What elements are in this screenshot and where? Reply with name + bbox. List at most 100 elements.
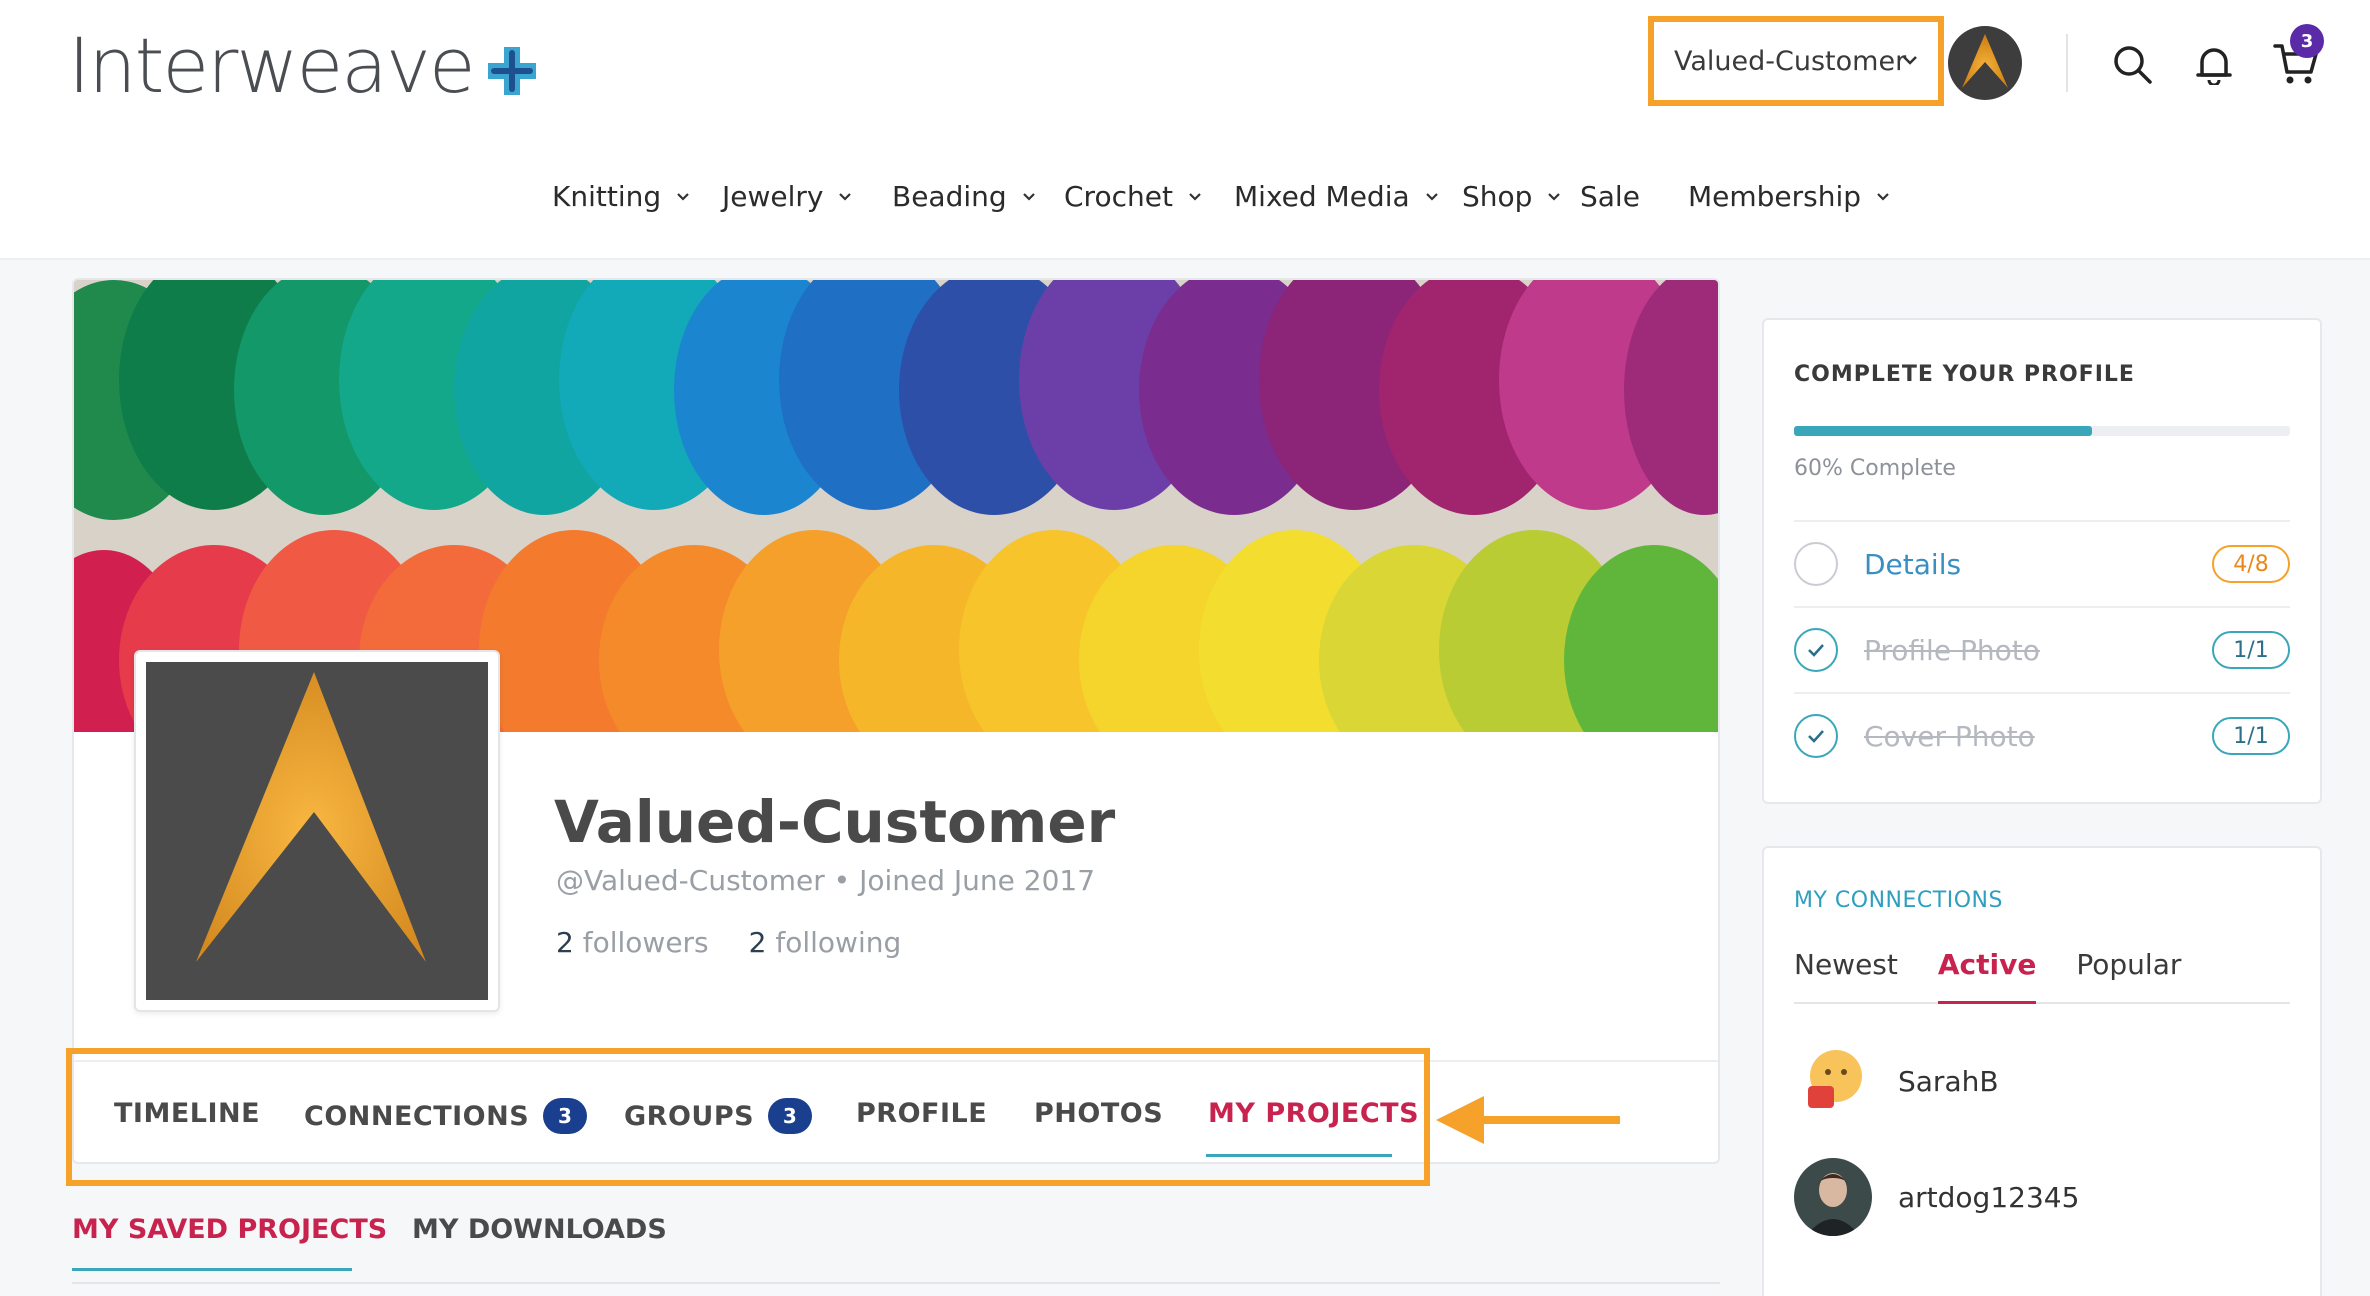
profile-step-profile-photo[interactable]: Profile Photo 1/1 bbox=[1794, 606, 2290, 692]
main-nav: Knitting Jewelry Beading Crochet Mixed M… bbox=[0, 170, 2370, 230]
nav-item-label: Mixed Media bbox=[1234, 180, 1410, 213]
nav-item-label: Membership bbox=[1688, 180, 1862, 213]
profile-progress-bar bbox=[1794, 426, 2290, 436]
subtab-label: MY SAVED PROJECTS bbox=[72, 1214, 388, 1245]
projects-subtabs: MY SAVED PROJECTS MY DOWNLOADS bbox=[72, 1204, 1720, 1284]
logo-cross-icon bbox=[487, 47, 536, 95]
followers-link[interactable]: 2 followers bbox=[556, 926, 709, 959]
check-circle-icon bbox=[1794, 714, 1838, 758]
chevron-down-icon bbox=[1877, 192, 1889, 201]
search-icon[interactable] bbox=[2108, 40, 2156, 88]
site-header: Interweave Valued-Customer 3 Knitting Je… bbox=[0, 0, 2370, 260]
tab-my-projects[interactable]: MY PROJECTS bbox=[1208, 1098, 1419, 1129]
step-label: Details bbox=[1864, 547, 1962, 581]
nav-item-sale[interactable]: Sale bbox=[1580, 180, 1640, 213]
arrow-left-icon bbox=[1436, 1096, 1620, 1144]
connections-count-badge: 3 bbox=[543, 1098, 588, 1134]
complete-profile-title: COMPLETE YOUR PROFILE bbox=[1794, 362, 2135, 387]
empty-circle-icon bbox=[1794, 542, 1838, 586]
profile-name: Valued-Customer bbox=[554, 788, 1116, 856]
tab-timeline[interactable]: TIMELINE bbox=[114, 1098, 260, 1129]
connection-name: artdog12345 bbox=[1898, 1180, 2080, 1214]
avatar-arrow-icon bbox=[146, 662, 488, 1000]
following-count: 2 bbox=[748, 926, 767, 959]
user-menu-label: Valued-Customer bbox=[1674, 45, 1907, 77]
nav-item-beading[interactable]: Beading bbox=[892, 180, 1037, 213]
avatar bbox=[1794, 1042, 1872, 1120]
profile-card: Valued-Customer @Valued-Customer • Joine… bbox=[72, 278, 1720, 1164]
tab-groups[interactable]: GROUPS 3 bbox=[624, 1098, 813, 1134]
bell-icon[interactable] bbox=[2190, 40, 2238, 88]
chevron-down-icon bbox=[1548, 192, 1561, 201]
tab-active[interactable]: Active bbox=[1937, 948, 2037, 1004]
complete-profile-card: COMPLETE YOUR PROFILE 60% Complete Detai… bbox=[1762, 318, 2322, 804]
step-badge: 1/1 bbox=[2212, 631, 2290, 669]
logo-text: Interweave bbox=[68, 20, 476, 110]
tab-newest[interactable]: Newest bbox=[1794, 948, 1898, 1004]
step-label: Profile Photo bbox=[1864, 633, 2040, 667]
progress-label: 60% Complete bbox=[1794, 456, 1956, 481]
nav-item-label: Shop bbox=[1462, 180, 1533, 213]
chevron-down-icon bbox=[1022, 192, 1035, 201]
profile-progress-fill bbox=[1794, 426, 2092, 436]
step-badge: 1/1 bbox=[2212, 717, 2290, 755]
groups-count-badge: 3 bbox=[768, 1098, 813, 1134]
tab-connections[interactable]: CONNECTIONS 3 bbox=[304, 1098, 588, 1134]
chevron-down-icon bbox=[839, 192, 852, 201]
nav-item-label: Sale bbox=[1580, 180, 1640, 213]
active-tab-indicator bbox=[1206, 1154, 1392, 1157]
nav-item-label: Knitting bbox=[552, 180, 662, 213]
interweave-logo[interactable]: Interweave bbox=[68, 20, 540, 110]
profile-photo bbox=[146, 662, 488, 1000]
tab-popular[interactable]: Popular bbox=[2076, 948, 2181, 1004]
tab-label: CONNECTIONS bbox=[304, 1100, 530, 1132]
user-avatar[interactable] bbox=[1948, 26, 2022, 100]
tab-label: PHOTOS bbox=[1034, 1098, 1164, 1129]
profile-step-cover-photo[interactable]: Cover Photo 1/1 bbox=[1794, 692, 2290, 778]
header-divider bbox=[2066, 34, 2068, 92]
check-circle-icon bbox=[1794, 628, 1838, 672]
following-label: following bbox=[775, 926, 902, 959]
nav-item-label: Crochet bbox=[1064, 180, 1173, 213]
connection-name: SarahB bbox=[1898, 1064, 1999, 1098]
connections-title: MY CONNECTIONS bbox=[1794, 888, 2003, 913]
avatar-arrow-icon bbox=[1962, 34, 2008, 88]
chevron-down-icon bbox=[1903, 56, 1917, 65]
nav-item-mixed-media[interactable]: Mixed Media bbox=[1234, 180, 1440, 213]
chevron-down-icon bbox=[677, 192, 689, 201]
nav-item-crochet[interactable]: Crochet bbox=[1064, 180, 1203, 213]
emoji-avatar-icon bbox=[1794, 1042, 1872, 1120]
connection-item[interactable]: SarahB bbox=[1794, 1042, 1999, 1120]
nav-item-membership[interactable]: Membership bbox=[1688, 180, 1891, 213]
step-badge: 4/8 bbox=[2212, 545, 2290, 583]
subtab-my-saved-projects[interactable]: MY SAVED PROJECTS bbox=[72, 1214, 387, 1245]
profile-step-details[interactable]: Details 4/8 bbox=[1794, 520, 2290, 606]
connection-item[interactable]: artdog12345 bbox=[1794, 1158, 2079, 1236]
nav-item-jewelry[interactable]: Jewelry bbox=[722, 180, 853, 213]
avatar bbox=[1794, 1158, 1872, 1236]
tab-label: GROUPS bbox=[624, 1100, 755, 1132]
followers-count: 2 bbox=[556, 926, 574, 959]
subtab-my-downloads[interactable]: MY DOWNLOADS bbox=[412, 1214, 667, 1245]
step-label: Cover Photo bbox=[1864, 719, 2035, 753]
active-subtab-indicator bbox=[72, 1268, 352, 1271]
tab-label: PROFILE bbox=[856, 1098, 988, 1129]
chevron-down-icon bbox=[1189, 192, 1201, 201]
subtab-label: MY DOWNLOADS bbox=[412, 1214, 667, 1245]
chevron-down-icon bbox=[1425, 192, 1438, 201]
nav-item-knitting[interactable]: Knitting bbox=[552, 180, 691, 213]
tab-profile[interactable]: PROFILE bbox=[856, 1098, 987, 1129]
profile-photo-frame[interactable] bbox=[134, 650, 500, 1012]
following-link[interactable]: 2 following bbox=[749, 926, 902, 959]
user-menu-dropdown[interactable]: Valued-Customer bbox=[1648, 16, 1944, 106]
tab-photos[interactable]: PHOTOS bbox=[1034, 1098, 1163, 1129]
my-connections-card: MY CONNECTIONS Newest Active Popular Sar… bbox=[1762, 846, 2322, 1296]
nav-item-shop[interactable]: Shop bbox=[1462, 180, 1562, 213]
nav-item-label: Jewelry bbox=[722, 180, 824, 213]
tab-label: TIMELINE bbox=[114, 1098, 261, 1129]
cart-count-badge: 3 bbox=[2290, 24, 2324, 58]
nav-item-label: Beading bbox=[892, 180, 1007, 213]
followers-label: followers bbox=[582, 926, 709, 959]
tab-label: MY PROJECTS bbox=[1208, 1098, 1420, 1129]
connections-tabs: Newest Active Popular bbox=[1794, 948, 2290, 1004]
